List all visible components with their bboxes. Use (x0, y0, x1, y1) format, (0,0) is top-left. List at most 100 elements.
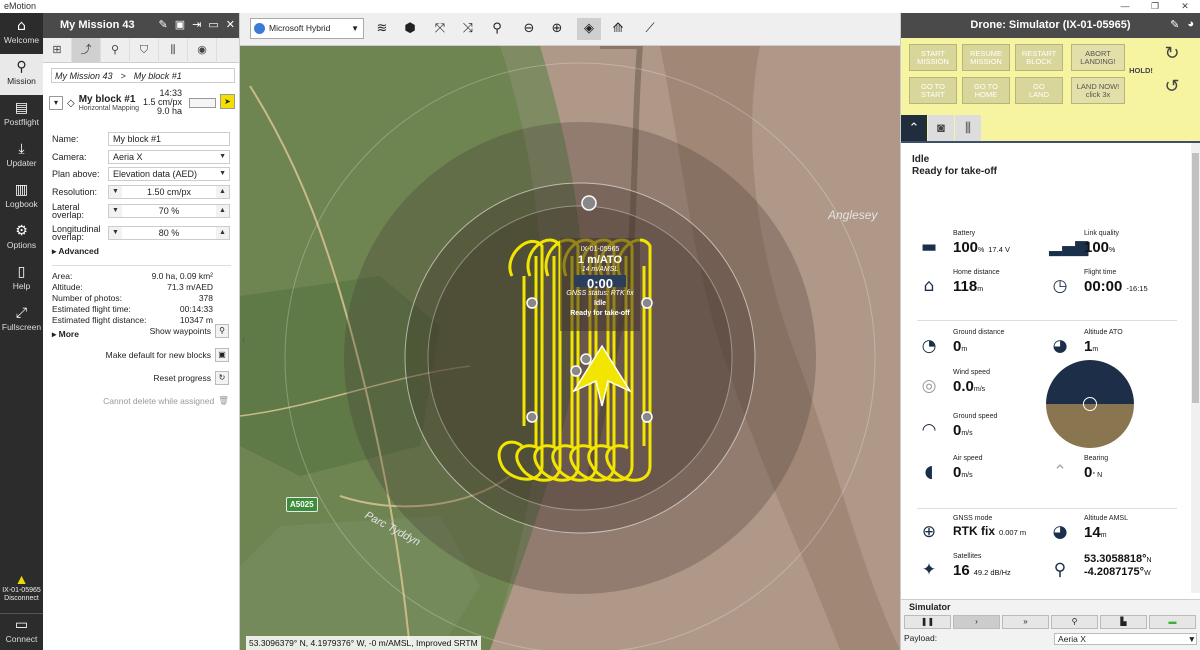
nav-help[interactable]: ▯ Help (0, 259, 43, 300)
mission-header: My Mission 43 ✎ ▣ ⇥ ▭ ✕ (43, 13, 239, 38)
nav-postflight[interactable]: ▤ Postflight (0, 95, 43, 136)
fit-drone-icon[interactable]: ⤨ (456, 18, 480, 40)
window-titlebar: eMotion — ❐ ✕ (0, 0, 1200, 13)
block-summary[interactable]: ▾ ◇ My block #1 Horizontal Mapping 14:33… (49, 89, 235, 117)
speed-gauge-icon: ◠ (921, 420, 937, 440)
ppk-icon[interactable]: ◉ (188, 38, 217, 63)
battery-readout: ▬ Battery 100% 17.4 V (901, 230, 1031, 270)
sim-land-button[interactable]: ▙ (1100, 615, 1147, 629)
folder-icon[interactable]: ▭ (208, 18, 218, 31)
chevron-down-icon: ▼ (1187, 634, 1196, 644)
restore-button[interactable]: ❐ (1140, 0, 1170, 13)
fast-forward-button[interactable]: » (1002, 615, 1049, 629)
nav-connect[interactable]: ▭ Connect (0, 613, 43, 650)
fit-extent-icon[interactable]: ⤧ (428, 18, 452, 40)
close-icon[interactable]: ✕ (226, 18, 235, 31)
advanced-toggle[interactable]: ▸ Advanced (52, 246, 239, 257)
increase-button[interactable]: ▲ (216, 226, 229, 239)
location-pin-icon[interactable]: ⚲ (485, 18, 509, 40)
takeoff-icon[interactable]: ⤴ (72, 38, 101, 63)
nav-updater[interactable]: ⤓ Updater (0, 136, 43, 177)
ruler-icon[interactable]: ⟋ (638, 18, 662, 40)
sim-location-button[interactable]: ⚲ (1051, 615, 1098, 629)
nav-fullscreen[interactable]: ⤢ Fullscreen (0, 300, 43, 341)
sim-status-button[interactable]: ▬ (1149, 615, 1196, 629)
zoom-out-icon[interactable]: ⊖ (517, 18, 541, 40)
play-button[interactable]: › (953, 615, 1000, 629)
plan-above-label: Plan above: (52, 169, 100, 179)
map-view[interactable]: Microsoft Hybrid ▼ ≋ ⬢ ⤧ ⤨ ⚲ ⊖ ⊕ ◈ ⟰ ⟋ I… (240, 13, 900, 650)
map-canvas[interactable] (240, 46, 900, 650)
reset-progress-button[interactable]: Reset progress ↻ (153, 371, 229, 385)
select-tool-icon[interactable]: ◈ (577, 18, 601, 40)
tab-camera-icon[interactable]: ◙ (928, 115, 954, 141)
app-title: eMotion (4, 1, 37, 11)
telemetry-scrollbar[interactable] (1191, 143, 1200, 593)
chevron-down-icon[interactable]: ▾ (49, 96, 63, 110)
tab-settings-icon[interactable]: ⫼ (955, 115, 981, 141)
go-to-start-button[interactable]: GO TO START (909, 77, 957, 104)
resume-mission-button[interactable]: RESUME MISSION (962, 44, 1010, 71)
connected-drone[interactable]: ▲ IX-01-05965 Disconnect (0, 571, 43, 603)
close-window-button[interactable]: ✕ (1170, 0, 1200, 13)
camera-select[interactable]: Aeria X ▼ (108, 149, 230, 164)
place-label-anglesey: Anglesey (828, 208, 878, 222)
start-mission-button[interactable]: START MISSION (909, 44, 957, 71)
add-block-icon[interactable]: ⊞ (43, 38, 72, 63)
decrease-button[interactable]: ▼ (109, 185, 122, 198)
go-to-home-button[interactable]: GO TO HOME (962, 77, 1010, 104)
signal-icon: ▂▄▆ (1049, 237, 1089, 257)
pause-button[interactable]: ❚❚ (904, 615, 951, 629)
payload-select[interactable]: Aeria X ▼ (1054, 633, 1197, 645)
tab-flight-icon[interactable]: ⌃ (901, 115, 927, 141)
collapse-panel-icon[interactable]: ‹ (242, 335, 245, 346)
shield-icon[interactable]: ⛉ (130, 38, 159, 63)
start-block-icon[interactable]: ➤ (220, 94, 235, 109)
road-label: A5025 (286, 497, 318, 512)
nav-mission[interactable]: ⚲ Mission (0, 54, 43, 95)
increase-button[interactable]: ▲ (216, 205, 229, 217)
trash-icon: 🗑 (218, 395, 229, 405)
nav-logbook[interactable]: ▥ Logbook (0, 177, 43, 218)
increase-button[interactable]: ▲ (216, 185, 229, 198)
gnss-mode-readout: ⊕ GNSS mode RTK fix 0.007 m (901, 515, 1031, 555)
name-field[interactable]: My block #1 (108, 132, 230, 146)
altitude-amsl-icon: ◕ (1052, 522, 1068, 542)
map-toolbar: Microsoft Hybrid ▼ ≋ ⬢ ⤧ ⤨ ⚲ ⊖ ⊕ ◈ ⟰ ⟋ (240, 13, 900, 46)
sliders-icon[interactable]: ⫼ (159, 38, 188, 63)
3d-cube-icon[interactable]: ⬢ (398, 18, 422, 40)
land-now-button[interactable]: LAND NOW! click 3x (1071, 77, 1125, 104)
decrease-button[interactable]: ▼ (109, 226, 122, 239)
abort-landing-button[interactable]: ABORT LANDING! (1071, 44, 1125, 71)
make-default-button[interactable]: Make default for new blocks ▣ (106, 348, 229, 362)
rotate-ccw-icon[interactable]: ↺ (1157, 76, 1187, 104)
show-waypoints-button[interactable]: Show waypoints ⚲ (150, 324, 229, 338)
edit-icon[interactable]: ✎ (159, 18, 168, 31)
nav-welcome[interactable]: ⌂ Welcome (0, 13, 43, 54)
palette-icon[interactable]: ◕ (1187, 18, 1194, 31)
drone-icon: ▲ (14, 571, 29, 587)
map-layer-select[interactable]: Microsoft Hybrid ▼ (250, 18, 364, 39)
waypoint-icon[interactable]: ⚲ (101, 38, 130, 63)
flight-path-icon[interactable]: ⟰ (606, 18, 630, 40)
edit-icon[interactable]: ✎ (1170, 18, 1179, 31)
rotate-cw-icon[interactable]: ↻ (1157, 43, 1187, 71)
breadcrumb-block[interactable]: My block #1 (134, 71, 182, 82)
minimize-button[interactable]: — (1110, 0, 1140, 13)
breadcrumb-mission[interactable]: My Mission 43 (55, 71, 113, 82)
longitudinal-overlap-stepper[interactable]: ▼ 80 % ▲ (108, 225, 230, 240)
save-icon[interactable]: ▣ (175, 18, 185, 31)
plan-above-select[interactable]: Elevation data (AED) ▼ (108, 167, 230, 181)
go-land-button[interactable]: GO LAND (1015, 77, 1063, 104)
hold-button[interactable]: HOLD! (1128, 42, 1154, 99)
nav-options[interactable]: ⚙ Options (0, 218, 43, 259)
lateral-overlap-stepper[interactable]: ▼ 70 % ▲ (108, 204, 230, 218)
zoom-in-icon[interactable]: ⊕ (545, 18, 569, 40)
resolution-stepper[interactable]: ▼ 1.50 cm/px ▲ (108, 184, 230, 199)
export-icon[interactable]: ⇥ (192, 18, 201, 31)
position-readout: ⚲ 53.3058818°N -4.2087175°W (1032, 553, 1162, 589)
decrease-button[interactable]: ▼ (109, 205, 122, 217)
layers-icon[interactable]: ≋ (370, 18, 394, 40)
restart-block-button[interactable]: RESTART BLOCK (1015, 44, 1063, 71)
simulator-title: Simulator (909, 602, 951, 612)
